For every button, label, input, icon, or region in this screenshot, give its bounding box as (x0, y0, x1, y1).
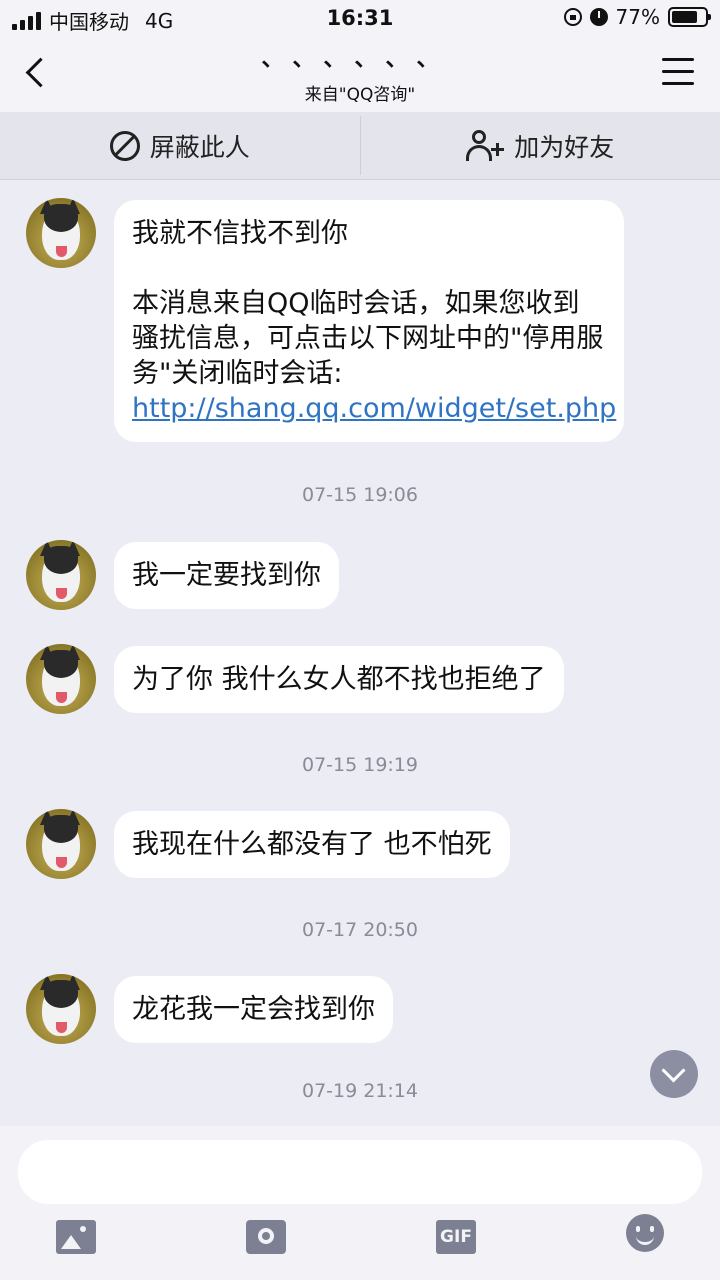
message-input[interactable] (18, 1140, 702, 1204)
avatar[interactable] (26, 809, 96, 879)
action-bar: 屏蔽此人 加为好友 (0, 112, 720, 180)
message-bubble[interactable]: 龙花我一定会找到你 (114, 976, 393, 1043)
message-text: 我就不信找不到你 (132, 218, 348, 249)
battery-fill (672, 11, 697, 23)
battery-icon (668, 7, 711, 27)
avatar[interactable] (26, 540, 96, 610)
message-bubble[interactable]: 我就不信找不到你 本消息来自QQ临时会话，如果您收到骚扰信息，可点击以下网址中的… (114, 200, 624, 442)
chat-subtitle: 来自"QQ咨询" (304, 85, 416, 105)
gif-icon[interactable]: GIF (436, 1220, 476, 1254)
avatar[interactable] (26, 974, 96, 1044)
notice-text: 本消息来自QQ临时会话，如果您收到骚扰信息，可点击以下网址中的"停用服务"关闭临… (132, 288, 604, 389)
message-text: 为了你 我什么女人都不找也拒绝了 (132, 664, 546, 695)
add-friend-label: 加为好友 (514, 132, 615, 162)
chat-title: 、、、、、、 (261, 47, 459, 72)
message-bubble[interactable]: 为了你 我什么女人都不找也拒绝了 (114, 646, 564, 713)
scroll-down-button[interactable] (650, 1050, 698, 1098)
message-text: 我现在什么都没有了 也不怕死 (132, 829, 492, 860)
status-right: 77% (563, 5, 711, 29)
camera-icon[interactable] (246, 1220, 286, 1254)
rotation-lock-icon (563, 8, 582, 26)
timestamp: 07-15 19:19 (301, 754, 418, 776)
message-text: 我一定要找到你 (132, 560, 321, 591)
emoji-icon[interactable] (626, 1214, 664, 1252)
menu-button[interactable] (662, 58, 694, 86)
timestamp: 07-19 21:14 (301, 1080, 418, 1102)
status-bar: 中国移动 4G 16:31 77% (0, 0, 720, 36)
input-toolbar: GIF (0, 1214, 720, 1260)
add-friend-button[interactable]: 加为好友 (361, 112, 720, 179)
timestamp: 07-15 19:06 (301, 484, 418, 506)
system-notice: 本消息来自QQ临时会话，如果您收到骚扰信息，可点击以下网址中的"停用服务"关闭临… (132, 286, 616, 426)
nav-bar: 、、、、、、 来自"QQ咨询" (0, 36, 720, 112)
message-bubble[interactable]: 我现在什么都没有了 也不怕死 (114, 811, 510, 878)
settings-link[interactable]: http://shang.qq.com/widget/set.php (132, 393, 616, 424)
timestamp: 07-17 20:50 (301, 919, 418, 941)
message-text: 龙花我一定会找到你 (132, 994, 375, 1025)
alarm-icon (589, 8, 608, 26)
battery-percent: 77% (615, 5, 660, 29)
add-friend-icon (466, 129, 505, 162)
input-area: GIF (0, 1126, 720, 1280)
message-bubble[interactable]: 我一定要找到你 (114, 542, 339, 609)
image-icon[interactable] (56, 1220, 96, 1254)
block-label: 屏蔽此人 (149, 132, 250, 162)
block-icon (109, 130, 140, 161)
avatar[interactable] (26, 644, 96, 714)
avatar[interactable] (26, 198, 96, 268)
block-button[interactable]: 屏蔽此人 (0, 112, 360, 179)
